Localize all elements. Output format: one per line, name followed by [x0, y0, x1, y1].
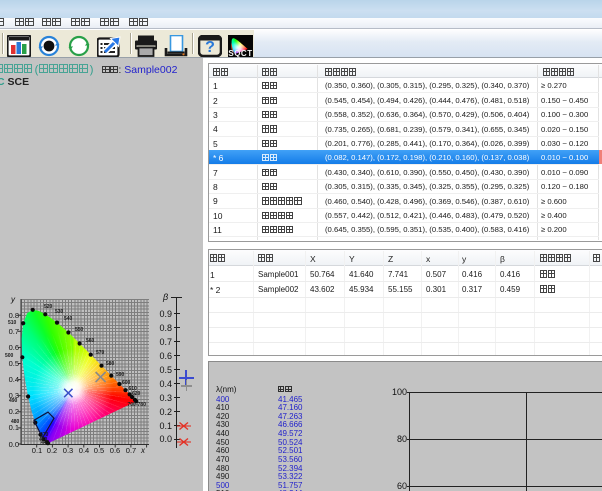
svg-text:?: ?	[205, 39, 215, 56]
